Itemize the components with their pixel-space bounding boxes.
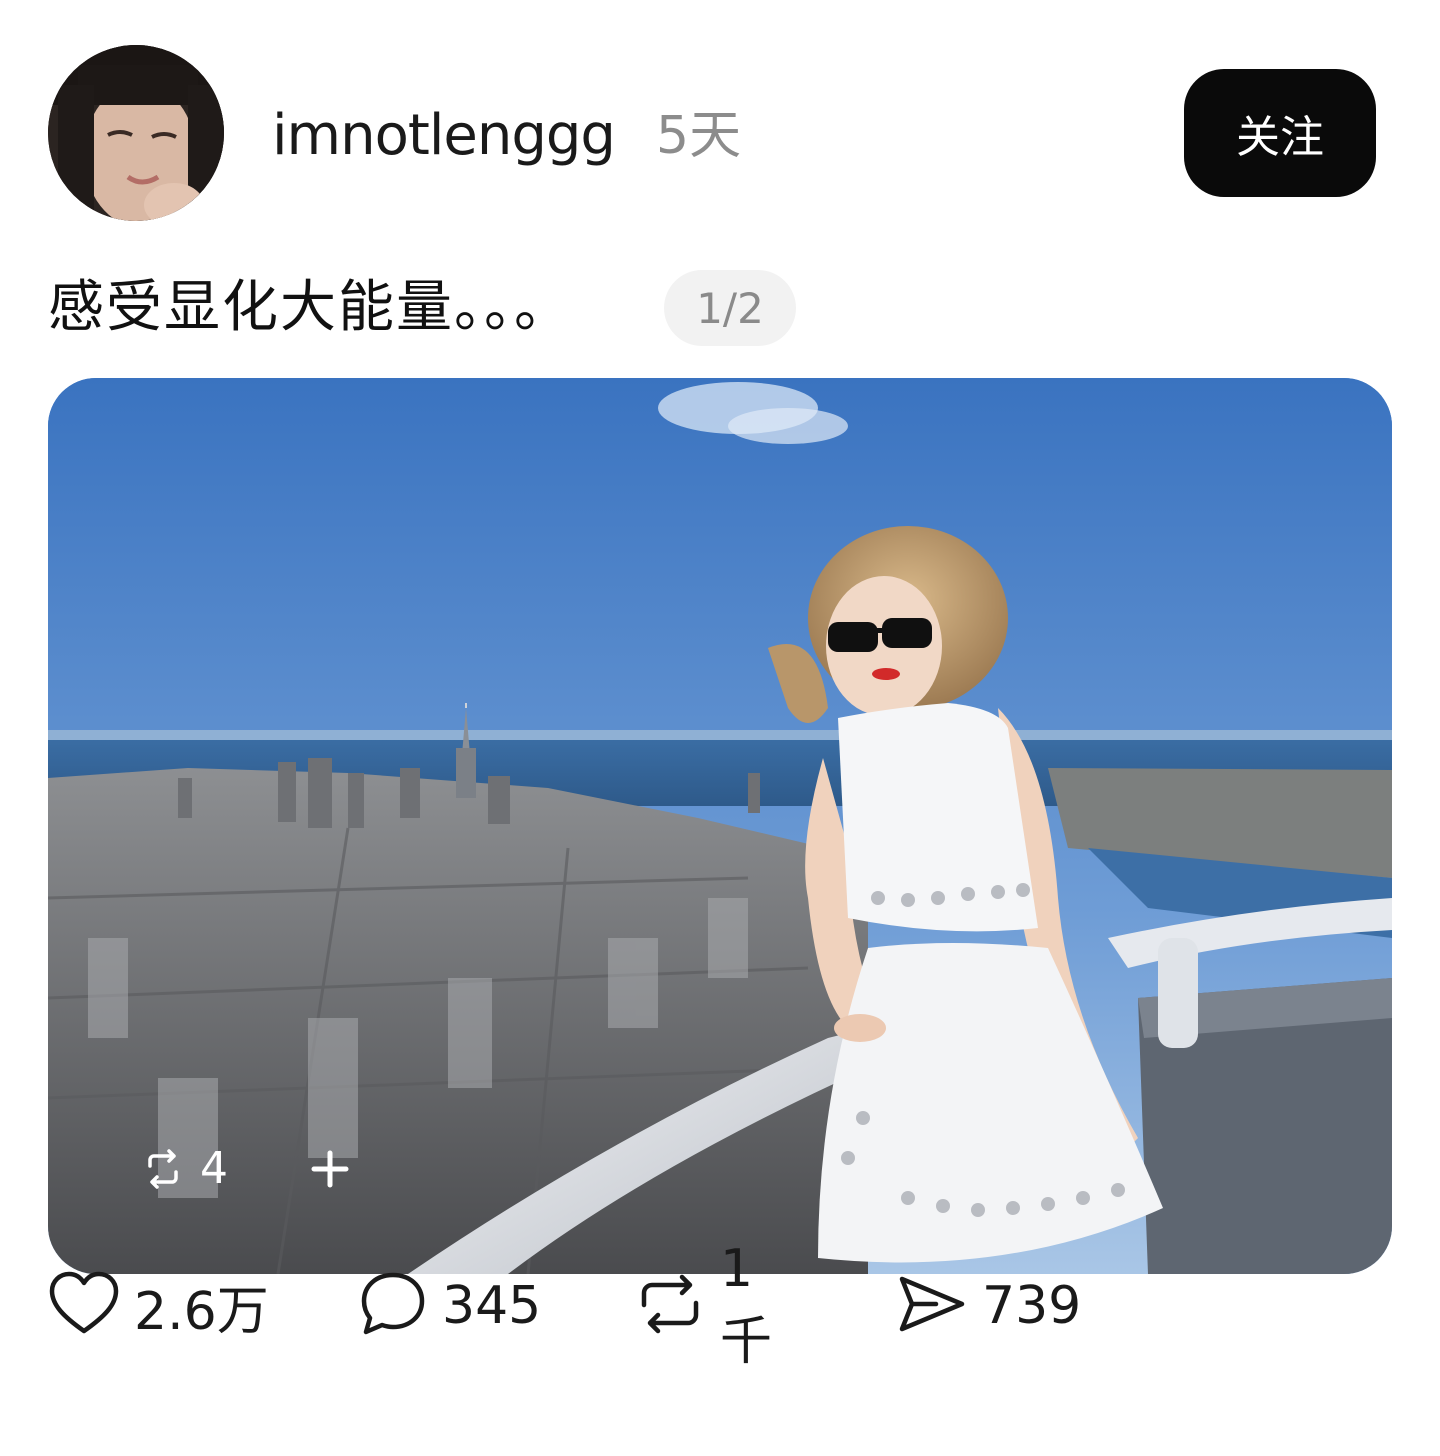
avatar-image (48, 45, 224, 221)
follow-button[interactable]: 关注 (1184, 69, 1376, 197)
share-button[interactable]: 739 (896, 1271, 1081, 1341)
action-bar: 2.6万 345 1千 739 (48, 1239, 1081, 1372)
image-repost-count: 4 (200, 1143, 228, 1194)
post-photo (48, 378, 1392, 1274)
comment-count: 345 (442, 1276, 542, 1336)
repost-icon (634, 1271, 706, 1341)
share-count: 739 (982, 1276, 1082, 1336)
image-repost-chip[interactable]: 4 (140, 1143, 228, 1194)
repost-icon (140, 1146, 186, 1192)
comment-bubble-icon (358, 1270, 428, 1342)
photo-overlay: 4 (140, 1143, 352, 1194)
avatar[interactable] (48, 45, 224, 221)
plus-icon (308, 1147, 352, 1191)
post-time: 5天 (656, 106, 742, 166)
post-card: imnotlenggg 5天 关注 感受显化大能量。。。 1/2 4 2.6万 … (0, 0, 1440, 1456)
like-button[interactable]: 2.6万 (48, 1269, 269, 1344)
like-count: 2.6万 (134, 1281, 269, 1342)
send-icon (896, 1271, 968, 1341)
post-caption: 感受显化大能量。。。 (48, 275, 572, 340)
username[interactable]: imnotlenggg (272, 104, 616, 168)
heart-icon (48, 1271, 120, 1341)
repost-button[interactable]: 1千 (634, 1239, 772, 1374)
add-button[interactable] (308, 1147, 352, 1191)
comment-button[interactable]: 345 (358, 1270, 541, 1342)
post-image[interactable]: 4 (48, 378, 1392, 1274)
image-page-indicator: 1/2 (664, 270, 796, 346)
repost-count: 1千 (720, 1238, 773, 1372)
